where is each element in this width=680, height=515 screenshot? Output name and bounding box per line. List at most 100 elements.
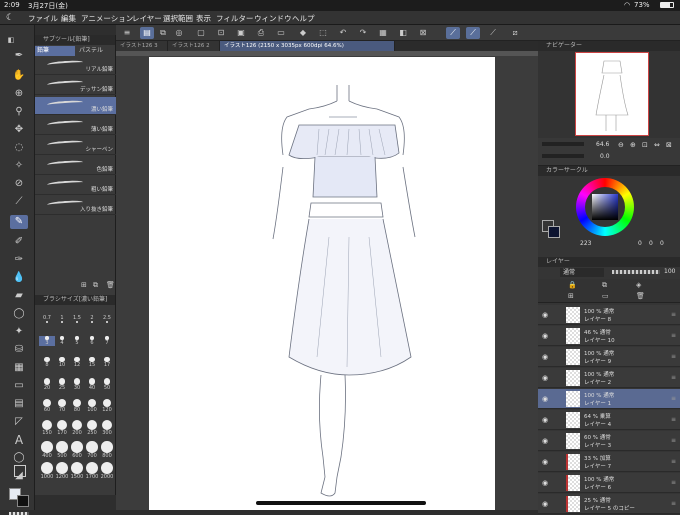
brush-item[interactable]: 色鉛筆 [35,157,116,175]
export-icon[interactable]: ▭ [274,27,288,39]
canvas-paper[interactable] [149,57,495,510]
eye-icon[interactable]: ◉ [542,353,548,361]
brush-size-option[interactable]: 6 [84,336,100,346]
blend-mode-select[interactable]: 通常 [560,268,604,277]
menu-file[interactable]: ファイル [28,13,58,24]
brush-item[interactable]: 入り抜き鉛筆 [35,197,116,215]
tab-doc-active[interactable]: イラスト126 (2150 x 3035px 600dpi 64.6%) [220,41,395,51]
brush-item[interactable]: リアル鉛筆 [35,57,116,75]
balloon-tool-icon[interactable]: ◯ [12,451,26,465]
layer-row[interactable]: ◉ 25 % 通常 レイヤー 5 のコピー ≡ [538,494,680,514]
brush-size-option[interactable]: 30 [69,378,85,391]
tab-doc-2[interactable]: イラスト126 2 [168,41,220,51]
eye-icon[interactable]: ◉ [542,500,548,508]
move-tool-icon[interactable]: ✥ [12,123,26,137]
brush-size-option[interactable]: 70 [54,399,70,413]
layer-row[interactable]: ◉ 46 % 通常 レイヤー 10 ≡ [538,326,680,346]
sub-color-swatch[interactable] [548,226,560,238]
clear-icon[interactable]: ▦ [376,27,390,39]
drag-handle-icon[interactable]: ≡ [671,311,676,318]
pencil-tool-icon[interactable]: ✎ [10,215,28,229]
drag-handle-icon[interactable]: ≡ [671,395,676,402]
layer-panel-icon[interactable]: ⧉ [156,27,170,39]
zoom-in-icon[interactable]: ⊕ [630,141,636,149]
brush-item[interactable]: 薄い鉛筆 [35,117,116,135]
magic-wand-tool-icon[interactable]: ✧ [12,159,26,173]
ref-icon[interactable]: ◈ [636,281,641,289]
brush-size-option[interactable]: 50 [99,378,115,391]
brush-size-option[interactable]: 700 [84,441,100,459]
eye-icon[interactable]: ◉ [542,332,548,340]
eye-icon[interactable]: ◉ [542,437,548,445]
brush-size-option[interactable]: 20 [39,378,55,391]
drag-handle-icon[interactable]: ≡ [671,437,676,444]
tab-doc-3[interactable]: イラスト126 3 [116,41,168,51]
brush-size-option[interactable]: 60 [39,399,55,413]
drag-handle-icon[interactable]: ≡ [671,332,676,339]
menu-selection[interactable]: 選択範囲 [163,13,193,24]
clip-icon[interactable]: ⧉ [602,281,607,290]
brush-size-option[interactable]: 17 [99,357,115,368]
brush-size-option[interactable]: 25 [54,378,70,391]
tab-pencil[interactable]: 鉛筆 [35,46,75,56]
tab-pastel[interactable]: パステル [77,46,115,56]
lock-icon[interactable]: 🔒 [568,281,577,289]
eraser-tool-icon[interactable]: ▰ [12,289,26,303]
layer-row[interactable]: ◉ 64 % 乗算 レイヤー 4 ≡ [538,410,680,430]
pen-tool-icon[interactable]: ✒ [12,49,26,63]
menu-edit[interactable]: 編集 [61,13,76,24]
layer-row[interactable]: ◉ 100 % 通常 レイヤー 6 ≡ [538,473,680,493]
layer-row[interactable]: ◉ 100 % 通常 レイヤー 1 ≡ [538,389,680,409]
brush-size-option[interactable]: 2.5 [99,315,115,323]
eye-icon[interactable]: ◉ [542,458,548,466]
hand-tool-icon[interactable]: ✋ [12,69,26,83]
brush-size-option[interactable]: 1500 [69,462,85,480]
drag-handle-icon[interactable]: ≡ [671,416,676,423]
rotation-slider[interactable] [542,154,584,158]
grid-snap-icon[interactable]: ⟋ [486,27,500,39]
brush-size-option[interactable]: 1200 [54,462,70,480]
brush-size-option[interactable]: 250 [84,420,100,436]
brush-size-option[interactable]: 0.7 [39,315,55,323]
eye-icon[interactable]: ◉ [542,311,548,319]
delete-subtool-icon[interactable]: 🗑 [106,281,115,289]
brush-size-option[interactable]: 2000 [99,462,115,480]
brush-size-option[interactable]: 170 [54,420,70,436]
eye-icon[interactable]: ◉ [542,395,548,403]
eye-icon[interactable]: ◉ [542,374,548,382]
brush-item[interactable]: デッサン鉛筆 [35,77,116,95]
menu-window[interactable]: ウィンドウ [254,13,292,24]
brush-size-option[interactable]: 7 [99,336,115,346]
new-file-icon[interactable]: ▢ [194,27,208,39]
brush-size-option[interactable]: 1 [54,315,70,323]
drag-handle-icon[interactable]: ≡ [671,458,676,465]
special-ruler-snap-icon[interactable]: ⟋ [466,27,480,39]
lasso-tool-icon[interactable]: ◌ [12,141,26,155]
settings-icon[interactable]: ⧄ [508,27,522,39]
transform-icon[interactable]: ⬚ [316,27,330,39]
add-subtool-icon[interactable]: ⊞ [81,281,87,289]
clear-outside-icon[interactable]: ◧ [396,27,410,39]
save-icon[interactable]: ▣ [234,27,248,39]
saturation-value-square[interactable] [592,194,618,220]
reset-icon[interactable]: ⊠ [666,141,672,149]
drag-handle-icon[interactable]: ≡ [671,500,676,507]
decoration-tool-icon[interactable]: ✦ [12,325,26,339]
open-icon[interactable]: ⊡ [214,27,228,39]
crop-icon[interactable]: ⊠ [416,27,430,39]
brush-size-option[interactable]: 800 [99,441,115,459]
color-wheel[interactable] [576,178,634,236]
undo-icon[interactable]: ↶ [336,27,350,39]
menu-animation[interactable]: アニメーション [81,13,133,24]
layer-row[interactable]: ◉ 100 % 通常 レイヤー 2 ≡ [538,368,680,388]
brush-size-option[interactable]: 80 [69,399,85,413]
menu-help[interactable]: ヘルプ [292,13,315,24]
fill-icon[interactable]: ◆ [296,27,310,39]
flip-icon[interactable]: ⇔ [654,141,660,149]
brush-size-option[interactable]: 2 [84,315,100,323]
ruler-snap-icon[interactable]: ⟋ [446,27,460,39]
print-icon[interactable]: ⎙ [254,27,268,39]
brush-size-option[interactable]: 1700 [84,462,100,480]
brush-size-option[interactable]: 400 [39,441,55,459]
redo-icon[interactable]: ↷ [356,27,370,39]
